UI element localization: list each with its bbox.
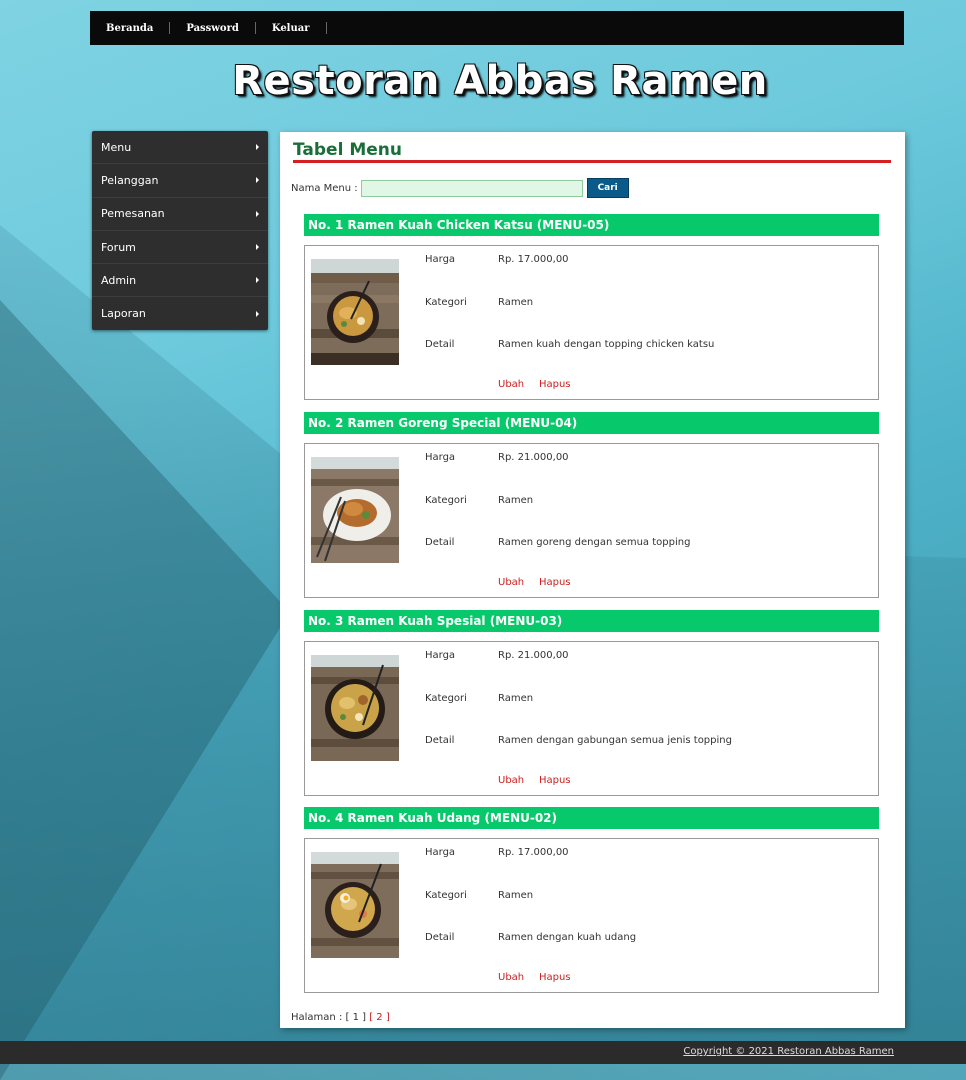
site-title: Restoran Abbas Ramen (232, 58, 768, 104)
sidebar-item-label: Admin (101, 273, 137, 287)
menu-photo (311, 259, 399, 365)
sidebar-item-pelanggan[interactable]: Pelanggan (92, 164, 268, 198)
menu-card-body: Harga Rp. 17.000,00 Kategori Ramen Detai… (304, 245, 879, 400)
field-label-kategori: Kategori (425, 693, 467, 704)
search-input[interactable] (360, 179, 583, 197)
title-divider (293, 160, 891, 163)
field-label-harga: Harga (425, 254, 456, 265)
edit-link[interactable]: Ubah (498, 972, 524, 983)
field-label-kategori: Kategori (425, 495, 467, 506)
search-label: Nama Menu : (291, 182, 358, 194)
category-value: Ramen (498, 890, 534, 901)
field-label-harga: Harga (425, 452, 456, 463)
price-value: Rp. 17.000,00 (498, 254, 569, 265)
copyright-link[interactable]: Copyright © 2021 Restoran Abbas Ramen (683, 1046, 894, 1057)
edit-link[interactable]: Ubah (498, 775, 524, 786)
sidebar-item-admin[interactable]: Admin (92, 264, 268, 298)
main-panel: Tabel Menu Nama Menu : Cari No. 1 Ramen … (280, 132, 905, 1028)
sidebar-menu: Menu Pelanggan Pemesanan Forum Admin Lap… (92, 131, 268, 330)
sidebar-item-laporan[interactable]: Laporan (92, 297, 268, 329)
nav-link-keluar[interactable]: Keluar (256, 23, 326, 34)
field-label-detail: Detail (425, 537, 455, 548)
menu-card-heading: No. 2 Ramen Goreng Special (MENU-04) (304, 412, 879, 434)
sidebar-item-pemesanan[interactable]: Pemesanan (92, 198, 268, 231)
sidebar-item-label: Pelanggan (101, 173, 159, 187)
detail-value: Ramen goreng dengan semua topping (498, 537, 691, 548)
menu-photo (311, 655, 399, 761)
page-title: Tabel Menu (293, 140, 402, 160)
detail-value: Ramen dengan kuah udang (498, 932, 637, 943)
field-label-kategori: Kategori (425, 890, 467, 901)
page-link-1[interactable]: [ 1 ] (346, 1012, 367, 1023)
menu-photo (311, 457, 399, 563)
chevron-right-icon (256, 244, 259, 251)
nav-divider (325, 22, 327, 34)
chevron-right-icon (256, 144, 259, 151)
edit-link[interactable]: Ubah (498, 577, 524, 588)
footer: Copyright © 2021 Restoran Abbas Ramen (0, 1041, 966, 1064)
edit-link[interactable]: Ubah (498, 379, 524, 390)
menu-card: No. 2 Ramen Goreng Special (MENU-04) Har… (304, 412, 879, 598)
category-value: Ramen (498, 495, 534, 506)
category-value: Ramen (498, 693, 534, 704)
menu-card-body: Harga Rp. 21.000,00 Kategori Ramen Detai… (304, 641, 879, 796)
chevron-right-icon (256, 277, 259, 284)
pagination: Halaman : [ 1 ] [ 2 ] (291, 1012, 390, 1023)
delete-link[interactable]: Hapus (539, 379, 571, 390)
menu-card-heading: No. 1 Ramen Kuah Chicken Katsu (MENU-05) (304, 214, 879, 236)
menu-card-body: Harga Rp. 21.000,00 Kategori Ramen Detai… (304, 443, 879, 598)
menu-card: No. 3 Ramen Kuah Spesial (MENU-03) Harga… (304, 610, 879, 796)
chevron-right-icon (256, 210, 259, 217)
field-label-kategori: Kategori (425, 297, 467, 308)
search-form: Nama Menu : Cari (291, 178, 629, 198)
detail-value: Ramen kuah dengan topping chicken katsu (498, 339, 715, 350)
menu-card-body: Harga Rp. 17.000,00 Kategori Ramen Detai… (304, 838, 879, 993)
pagination-label: Halaman : (291, 1012, 343, 1023)
sidebar-item-forum[interactable]: Forum (92, 231, 268, 265)
chevron-right-icon (256, 177, 259, 184)
chevron-right-icon (256, 310, 259, 317)
price-value: Rp. 17.000,00 (498, 847, 569, 858)
price-value: Rp. 21.000,00 (498, 452, 569, 463)
field-label-harga: Harga (425, 650, 456, 661)
search-button[interactable]: Cari (586, 178, 629, 198)
menu-card: No. 1 Ramen Kuah Chicken Katsu (MENU-05) (304, 214, 879, 400)
field-label-detail: Detail (425, 932, 455, 943)
nav-link-beranda[interactable]: Beranda (90, 23, 169, 34)
menu-photo (311, 852, 399, 958)
delete-link[interactable]: Hapus (539, 972, 571, 983)
price-value: Rp. 21.000,00 (498, 650, 569, 661)
sidebar-item-label: Menu (101, 140, 132, 154)
detail-value: Ramen dengan gabungan semua jenis toppin… (498, 735, 732, 746)
category-value: Ramen (498, 297, 534, 308)
sidebar-item-label: Forum (101, 240, 136, 254)
menu-card-heading: No. 4 Ramen Kuah Udang (MENU-02) (304, 807, 879, 829)
delete-link[interactable]: Hapus (539, 775, 571, 786)
menu-card-heading: No. 3 Ramen Kuah Spesial (MENU-03) (304, 610, 879, 632)
page-link-2[interactable]: [ 2 ] (369, 1012, 390, 1023)
sidebar-item-menu[interactable]: Menu (92, 131, 268, 165)
field-label-detail: Detail (425, 339, 455, 350)
sidebar-item-label: Laporan (101, 307, 146, 321)
top-nav-bar: Beranda Password Keluar (90, 11, 904, 45)
field-label-detail: Detail (425, 735, 455, 746)
menu-card: No. 4 Ramen Kuah Udang (MENU-02) Harga R… (304, 807, 879, 993)
field-label-harga: Harga (425, 847, 456, 858)
nav-link-password[interactable]: Password (170, 23, 255, 34)
sidebar-item-label: Pemesanan (101, 207, 165, 221)
delete-link[interactable]: Hapus (539, 577, 571, 588)
